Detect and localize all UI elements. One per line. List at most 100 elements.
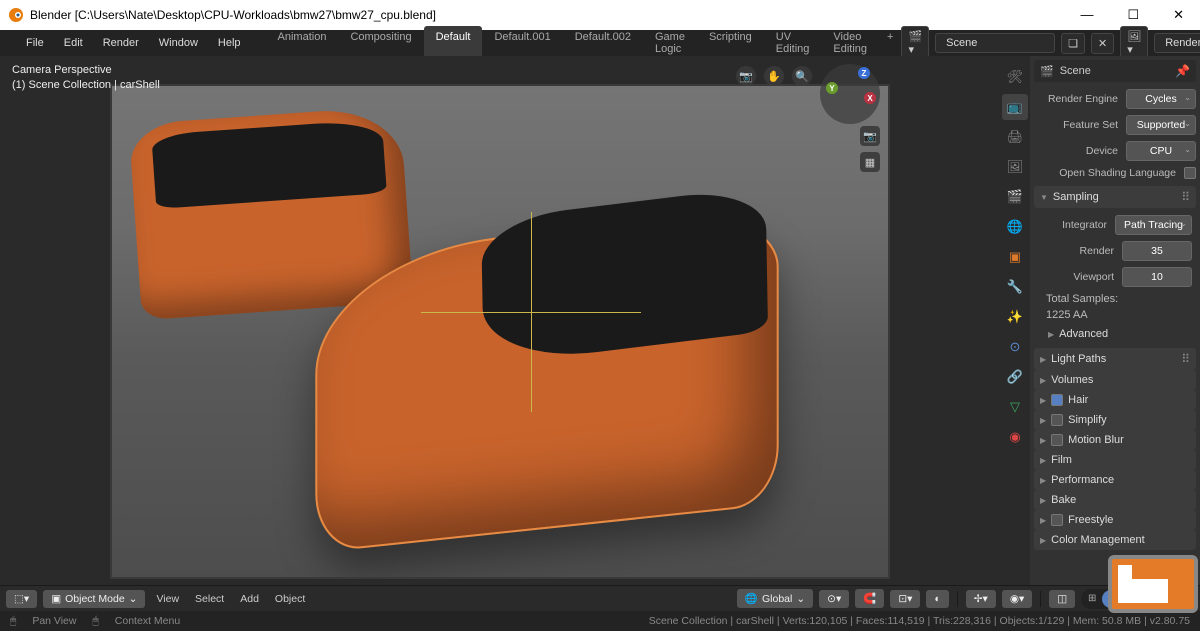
add-menu[interactable]: Add — [235, 590, 264, 608]
viewport-3d[interactable]: Camera Perspective (1) Scene Collection … — [0, 56, 1000, 585]
perspective-toggle-icon[interactable]: ▦ — [860, 152, 880, 172]
viewport-canvas[interactable] — [110, 84, 890, 579]
pan-icon[interactable]: ✋ — [764, 66, 784, 86]
tab-particles-icon[interactable]: ✨ — [1002, 304, 1028, 330]
renderlayer-field[interactable]: RenderLayer — [1154, 33, 1200, 53]
tab-game-logic[interactable]: Game Logic — [643, 26, 697, 60]
tab-output-icon[interactable]: 🖨 — [1002, 124, 1028, 150]
gizmo-toggle[interactable]: ✢▾ — [966, 590, 996, 608]
add-workspace-button[interactable]: + — [879, 26, 901, 60]
zoom-icon[interactable]: 🔍 — [792, 66, 812, 86]
minimize-button[interactable]: — — [1072, 5, 1101, 25]
tab-default001[interactable]: Default.001 — [482, 26, 562, 60]
tab-viewlayer-icon[interactable]: 🖼 — [1002, 154, 1028, 180]
bake-header[interactable]: ▶Bake — [1034, 490, 1196, 510]
tab-default002[interactable]: Default.002 — [563, 26, 643, 60]
simplify-header[interactable]: ▶Simplify — [1034, 410, 1196, 430]
pan-hint: Pan View — [32, 615, 76, 627]
integrator-dropdown[interactable]: Path Tracing⌄ — [1115, 215, 1192, 235]
camera-view-icon[interactable]: 📷 — [736, 66, 756, 86]
tab-mesh-icon[interactable]: ▽ — [1002, 394, 1028, 420]
axis-y[interactable]: Y — [826, 82, 838, 94]
scene-datablock-header[interactable]: 🎬 Scene 📌 — [1034, 60, 1196, 82]
select-menu[interactable]: Select — [190, 590, 229, 608]
freestyle-checkbox[interactable] — [1051, 514, 1063, 526]
tab-constraints-icon[interactable]: 🔗 — [1002, 364, 1028, 390]
volumes-header[interactable]: ▶Volumes — [1034, 370, 1196, 390]
overlay-toggle[interactable]: ◉▾ — [1002, 590, 1032, 608]
camera-perspective-label: Camera Perspective — [12, 64, 160, 76]
color-mgmt-header[interactable]: ▶Color Management — [1034, 530, 1196, 550]
orientation-dropdown[interactable]: 🌐 Global ⌄ — [737, 589, 813, 608]
film-header[interactable]: ▶Film — [1034, 450, 1196, 470]
tab-modifiers-icon[interactable]: 🔧 — [1002, 274, 1028, 300]
tab-video-editing[interactable]: Video Editing — [821, 26, 879, 60]
properties-tabs: 🛠 📺 🖨 🖼 🎬 🌐 ▣ 🔧 ✨ ⊙ 🔗 ▽ ◉ — [1000, 56, 1030, 585]
preset-icon[interactable]: ⠿ — [1181, 352, 1190, 366]
menu-help[interactable]: Help — [208, 32, 251, 54]
axis-x[interactable]: X — [864, 92, 876, 104]
snap-dropdown[interactable]: ⊡▾ — [890, 590, 920, 608]
axis-z[interactable]: Z — [858, 67, 870, 79]
hair-header[interactable]: ▶Hair — [1034, 390, 1196, 410]
tab-material-icon[interactable]: ◉ — [1002, 424, 1028, 450]
feature-set-label: Feature Set — [1034, 119, 1122, 131]
device-dropdown[interactable]: CPU⌄ — [1126, 141, 1196, 161]
tab-physics-icon[interactable]: ⊙ — [1002, 334, 1028, 360]
feature-set-dropdown[interactable]: Supported⌄ — [1126, 115, 1196, 135]
close-button[interactable]: ✕ — [1165, 5, 1192, 25]
tab-animation[interactable]: Animation — [266, 26, 339, 60]
osl-checkbox[interactable] — [1184, 167, 1196, 179]
navigation-gizmo[interactable]: Z Y X — [820, 64, 880, 124]
scene-name-field[interactable]: Scene — [935, 33, 1055, 53]
motion-blur-header[interactable]: ▶Motion Blur — [1034, 430, 1196, 450]
new-scene-button[interactable]: ❏ — [1061, 33, 1085, 54]
viewport-samples-field[interactable]: 10 — [1122, 267, 1192, 287]
render-samples-field[interactable]: 35 — [1122, 241, 1192, 261]
renderlayer-browse-icon[interactable]: 🖼▾ — [1120, 26, 1148, 60]
camera-toggle-icon[interactable]: 📷 — [860, 126, 880, 146]
freestyle-header[interactable]: ▶Freestyle — [1034, 510, 1196, 530]
snap-toggle[interactable]: 🧲 — [855, 589, 884, 608]
tab-compositing[interactable]: Compositing — [338, 26, 423, 60]
maximize-button[interactable]: ☐ — [1119, 5, 1147, 25]
view-menu[interactable]: View — [151, 590, 184, 608]
performance-header[interactable]: ▶Performance — [1034, 470, 1196, 490]
tab-object-icon[interactable]: ▣ — [1002, 244, 1028, 270]
simplify-checkbox[interactable] — [1051, 414, 1063, 426]
preset-icon[interactable]: ⠿ — [1181, 190, 1190, 204]
main-menu: File Edit Render Window Help — [16, 32, 251, 54]
render-engine-dropdown[interactable]: Cycles⌄ — [1126, 89, 1196, 109]
light-paths-header[interactable]: ▶Light Paths⠿ — [1034, 348, 1196, 370]
hair-checkbox[interactable] — [1051, 394, 1063, 406]
window-title: Blender [C:\Users\Nate\Desktop\CPU-Workl… — [30, 8, 1072, 22]
menu-render[interactable]: Render — [93, 32, 149, 54]
object-menu[interactable]: Object — [270, 590, 310, 608]
mode-dropdown[interactable]: ▣ Object Mode ⌄ — [43, 590, 145, 608]
tab-scripting[interactable]: Scripting — [697, 26, 764, 60]
tab-render-icon[interactable]: 📺 — [1002, 94, 1028, 120]
pivot-dropdown[interactable]: ⊙▾ — [819, 590, 849, 608]
tab-world-icon[interactable]: 🌐 — [1002, 214, 1028, 240]
tab-active-tool-icon[interactable]: 🛠 — [1002, 64, 1028, 90]
sampling-header[interactable]: ▼Sampling⠿ — [1034, 186, 1196, 208]
menu-window[interactable]: Window — [149, 32, 208, 54]
scene-browse-icon[interactable]: 🎬▾ — [901, 26, 929, 60]
mouse-icon: 🖱 — [10, 615, 16, 628]
total-samples-label: Total Samples: — [1046, 293, 1118, 305]
tab-default[interactable]: Default — [424, 26, 483, 60]
delete-scene-button[interactable]: ✕ — [1091, 33, 1114, 54]
tab-uv-editing[interactable]: UV Editing — [764, 26, 822, 60]
editor-type-dropdown[interactable]: ⬚▾ — [6, 590, 37, 608]
motion-blur-checkbox[interactable] — [1051, 434, 1063, 446]
total-samples-value: 1225 AA — [1046, 309, 1088, 321]
menu-edit[interactable]: Edit — [54, 32, 93, 54]
wireframe-shading-icon[interactable]: ⊞ — [1082, 590, 1102, 608]
menu-file[interactable]: File — [16, 32, 54, 54]
mouse-icon-2: 🖱 — [92, 615, 98, 628]
xray-toggle[interactable]: ◫ — [1049, 590, 1075, 608]
advanced-subheader[interactable]: ▶Advanced — [1042, 324, 1192, 344]
proportional-toggle[interactable]: ◐ — [926, 590, 948, 608]
pin-icon[interactable]: 📌 — [1175, 64, 1190, 78]
tab-scene-icon[interactable]: 🎬 — [1002, 184, 1028, 210]
